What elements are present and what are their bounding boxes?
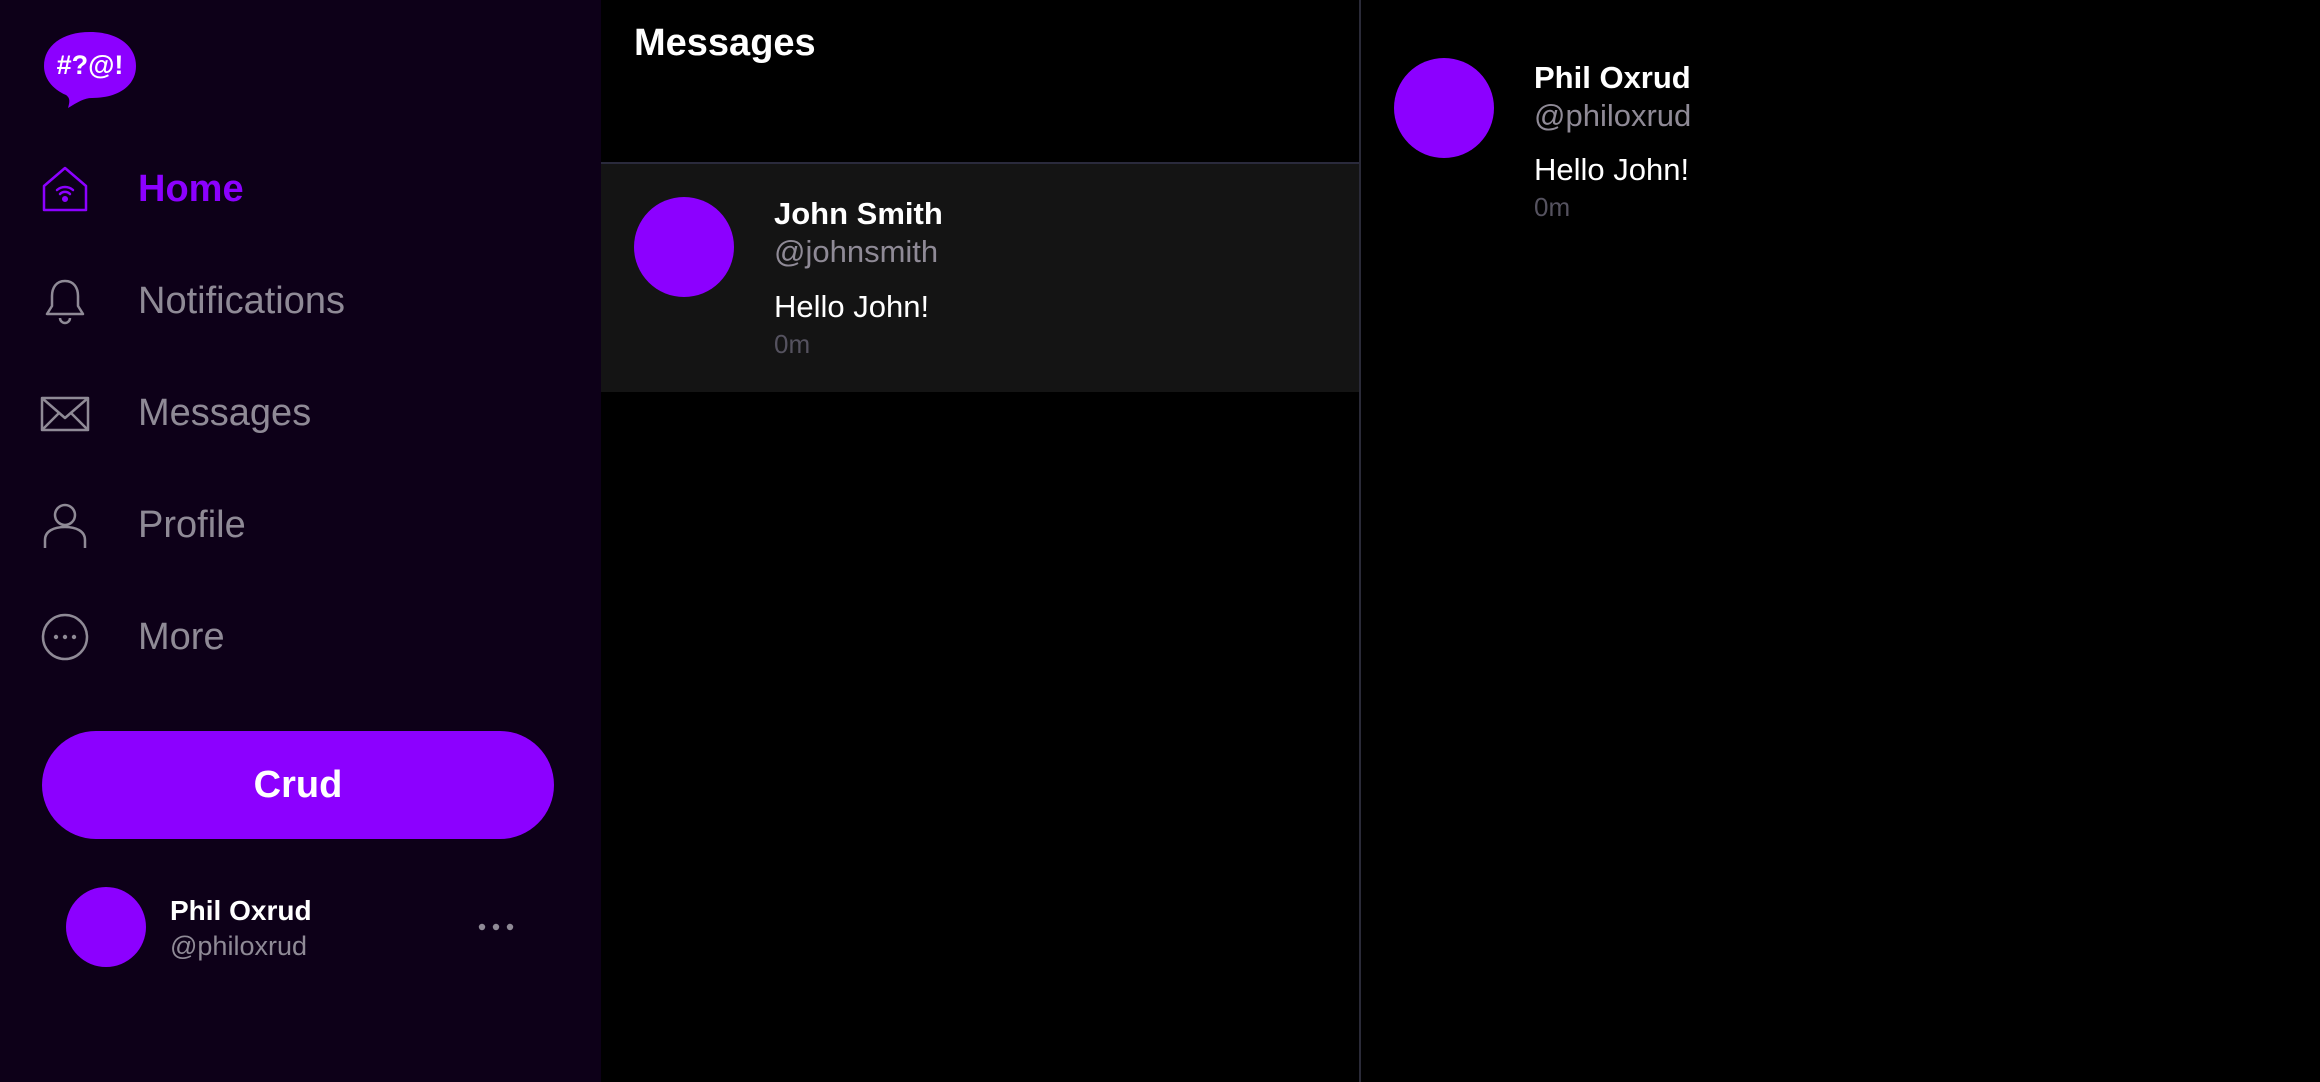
envelope-icon [40, 388, 90, 438]
sidebar-item-label: Notifications [138, 279, 345, 322]
sidebar-item-notifications[interactable]: Notifications [40, 269, 345, 333]
message-sender-name: Phil Oxrud [1534, 60, 1691, 95]
account-name: Phil Oxrud [170, 895, 312, 926]
avatar [66, 887, 146, 967]
message-sender-handle: @philoxrud [1534, 98, 1692, 133]
app-logo[interactable]: #?@! [40, 28, 140, 108]
bell-icon [40, 276, 90, 326]
home-icon [40, 164, 90, 214]
sidebar-item-more[interactable]: More [40, 605, 225, 669]
sidebar: #?@! Home Notifications Messages Profile… [0, 0, 601, 1082]
sidebar-item-label: Messages [138, 391, 312, 434]
crud-button[interactable]: Crud [42, 731, 554, 839]
avatar[interactable] [1394, 58, 1494, 158]
account-handle: @philoxrud [170, 931, 307, 961]
conversation-time: 0m [774, 329, 811, 359]
sidebar-item-label: More [138, 615, 225, 658]
sidebar-item-home[interactable]: Home [40, 157, 244, 221]
page-title: Messages [634, 22, 816, 64]
sidebar-item-messages[interactable]: Messages [40, 381, 311, 445]
logo-text: #?@! [57, 50, 124, 80]
message-detail-panel: Phil Oxrud @philoxrud Hello John! 0m [1361, 0, 2320, 1082]
ellipsis-icon[interactable] [474, 913, 518, 941]
more-circle-icon [40, 612, 90, 662]
conversation-name: John Smith [774, 196, 943, 231]
messages-list-panel: Messages John Smith @johnsmith Hello Joh… [601, 0, 1361, 1082]
sidebar-item-label: Home [138, 167, 244, 210]
conversation-last-message: Hello John! [774, 289, 930, 324]
avatar [634, 197, 734, 297]
account-switcher[interactable]: Phil Oxrud @philoxrud [66, 887, 536, 967]
message-time: 0m [1534, 192, 1571, 222]
message-body: Hello John! [1534, 152, 1690, 187]
person-icon [40, 500, 90, 550]
sidebar-item-label: Profile [138, 503, 246, 546]
conversation-handle: @johnsmith [774, 234, 939, 269]
sidebar-item-profile[interactable]: Profile [40, 493, 246, 557]
list-item[interactable]: John Smith @johnsmith Hello John! 0m [601, 164, 1359, 392]
